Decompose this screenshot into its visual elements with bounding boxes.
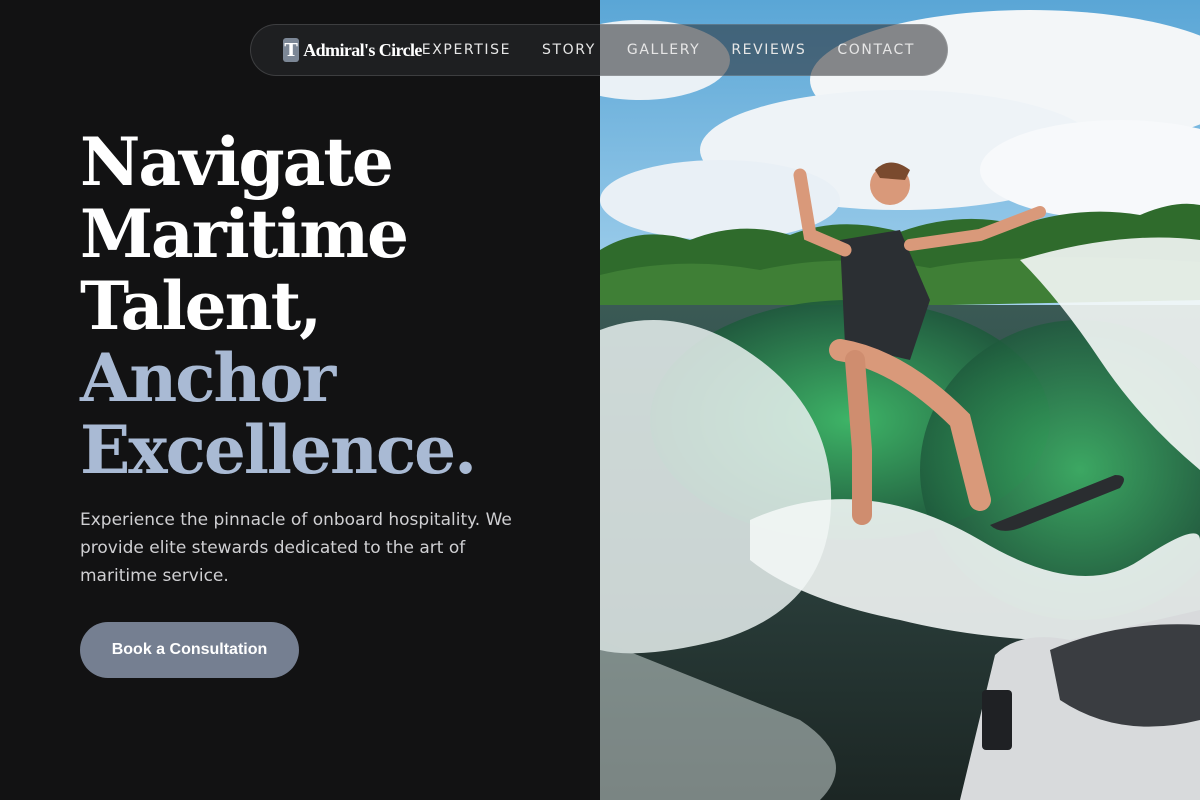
- nav-link-contact[interactable]: CONTACT: [837, 42, 915, 58]
- headline-line: Navigate: [80, 123, 394, 201]
- headline-line: Maritime: [80, 195, 409, 273]
- hero-description: Experience the pinnacle of onboard hospi…: [80, 510, 512, 586]
- nav-link-story[interactable]: STORY: [542, 42, 596, 58]
- nav-link-reviews[interactable]: REVIEWS: [731, 42, 806, 58]
- hero-headline: Navigate Maritime Talent, Anchor Excelle…: [80, 123, 477, 489]
- brand-name[interactable]: Admiral's Circle: [303, 40, 422, 61]
- wakesurfer-photo: [600, 0, 1200, 800]
- headline-line: Talent,: [80, 267, 322, 345]
- top-navbar: T Admiral's Circle EXPERTISE STORY GALLE…: [250, 24, 948, 76]
- nav-link-gallery[interactable]: GALLERY: [627, 42, 700, 58]
- hero-image: [600, 0, 1200, 800]
- nav-link-expertise[interactable]: EXPERTISE: [422, 42, 511, 58]
- nav-links: EXPERTISE STORY GALLERY REVIEWS CONTACT: [422, 42, 915, 58]
- book-consultation-button[interactable]: Book a Consultation: [80, 622, 299, 678]
- logo-icon[interactable]: T: [283, 38, 300, 62]
- headline-accent-line: Excellence.: [80, 411, 477, 489]
- headline-accent-line: Anchor: [80, 339, 336, 417]
